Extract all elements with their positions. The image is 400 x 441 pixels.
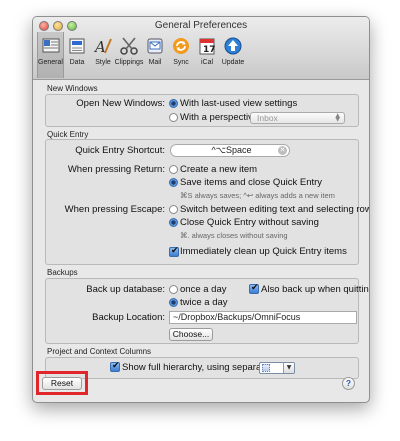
sync-pref-icon [171, 36, 191, 56]
new-windows-heading: New Windows [47, 84, 98, 93]
tab-general[interactable]: General [37, 32, 64, 78]
return-create-label[interactable]: Create a new item [180, 164, 257, 175]
tab-ical[interactable]: 17 iCal [194, 32, 220, 78]
cleanup-label[interactable]: Immediately clean up Quick Entry items [180, 246, 347, 257]
tab-data[interactable]: Data [64, 32, 90, 78]
new-windows-group: Open New Windows: With last-used view se… [45, 94, 359, 127]
tab-update[interactable]: Update [220, 32, 246, 78]
open-new-windows-label: Open New Windows: [76, 98, 165, 109]
choose-button[interactable]: Choose... [169, 328, 213, 341]
chevron-down-icon[interactable]: ▼ [283, 363, 294, 373]
columns-group: Show full hierarchy, using separator: ▼ [45, 357, 359, 379]
shortcut-value: ^⌥Space [211, 145, 252, 155]
shortcut-field[interactable]: ^⌥Space ✕ [170, 144, 290, 157]
tab-label: General [38, 59, 63, 66]
radio-escape-switch[interactable] [169, 205, 178, 214]
backup-database-label: Back up database: [86, 284, 165, 295]
backups-group: Back up database: once a day Also back u… [45, 278, 369, 344]
tab-label: Style [95, 59, 111, 66]
clear-shortcut-icon[interactable]: ✕ [278, 146, 287, 155]
perspective-label[interactable]: With a perspective: [180, 112, 261, 123]
help-button[interactable]: ? [342, 377, 355, 390]
radio-once-a-day[interactable] [169, 285, 178, 294]
reset-highlight-box [36, 371, 88, 395]
perspective-popup[interactable]: Inbox ▲ ▼ [250, 112, 345, 124]
separator-value [262, 364, 270, 372]
tab-mail[interactable]: Mail [142, 32, 168, 78]
radio-return-save[interactable] [169, 178, 178, 187]
preferences-toolbar: General Data A Style Clippings Mail Sync… [37, 32, 246, 78]
escape-switch-label[interactable]: Switch between editing text and selectin… [180, 204, 369, 215]
svg-text:A: A [93, 38, 106, 56]
clippings-pref-icon [119, 36, 139, 56]
popup-arrows-icon: ▲ ▼ [335, 112, 340, 123]
separator-combo[interactable]: ▼ [259, 362, 295, 374]
tab-clippings[interactable]: Clippings [114, 32, 144, 78]
preferences-window: General Preferences General Data A Style [32, 16, 370, 403]
perspective-value: Inbox [257, 113, 278, 123]
mail-pref-icon [145, 36, 165, 56]
tab-label: Data [69, 59, 85, 66]
radio-return-create[interactable] [169, 165, 178, 174]
also-backup-label[interactable]: Also back up when quitting [261, 284, 369, 295]
radio-escape-close[interactable] [169, 218, 178, 227]
escape-hint: ⌘. always closes without saving [180, 231, 288, 240]
style-pref-icon: A [93, 36, 113, 56]
tab-label: Mail [148, 59, 162, 66]
radio-last-used[interactable] [169, 99, 178, 108]
radio-twice-a-day[interactable] [169, 298, 178, 307]
also-backup-checkbox[interactable] [249, 283, 259, 294]
full-hierarchy-label[interactable]: Show full hierarchy, using separator: [122, 362, 275, 373]
return-save-label[interactable]: Save items and close Quick Entry [180, 177, 322, 188]
shortcut-label: Quick Entry Shortcut: [75, 145, 165, 156]
title-bar: General Preferences General Data A Style [33, 17, 369, 80]
update-pref-icon [223, 36, 243, 56]
cleanup-checkbox[interactable] [169, 246, 179, 257]
tab-style[interactable]: A Style [90, 32, 116, 78]
tab-label: Sync [173, 59, 189, 66]
full-hierarchy-checkbox[interactable] [110, 361, 120, 372]
quick-entry-group: Quick Entry Shortcut: ^⌥Space ✕ When pre… [45, 139, 369, 265]
svg-text:17: 17 [203, 45, 216, 55]
ical-pref-icon: 17 [197, 36, 217, 56]
radio-perspective[interactable] [169, 113, 178, 122]
escape-close-label[interactable]: Close Quick Entry without saving [180, 217, 319, 228]
general-pref-icon [41, 36, 61, 56]
escape-label: When pressing Escape: [64, 204, 165, 215]
backup-location-field[interactable]: ~/Dropbox/Backups/OmniFocus [169, 311, 357, 324]
once-a-day-label[interactable]: once a day [180, 284, 226, 295]
return-hint: ⌘S always saves; ^↩ always adds a new it… [180, 191, 335, 200]
data-pref-icon [67, 36, 87, 56]
tab-label: Clippings [114, 59, 144, 66]
return-label: When pressing Return: [67, 164, 165, 175]
columns-heading: Project and Context Columns [47, 347, 152, 356]
backup-location-label: Backup Location: [92, 312, 165, 323]
last-used-label[interactable]: With last-used view settings [180, 98, 297, 109]
quick-entry-heading: Quick Entry [47, 130, 89, 139]
tab-label: Update [221, 59, 245, 66]
twice-a-day-label[interactable]: twice a day [180, 297, 228, 308]
tab-sync[interactable]: Sync [168, 32, 194, 78]
backups-heading: Backups [47, 268, 78, 277]
tab-label: iCal [200, 59, 214, 66]
window-title: General Preferences [154, 20, 248, 31]
